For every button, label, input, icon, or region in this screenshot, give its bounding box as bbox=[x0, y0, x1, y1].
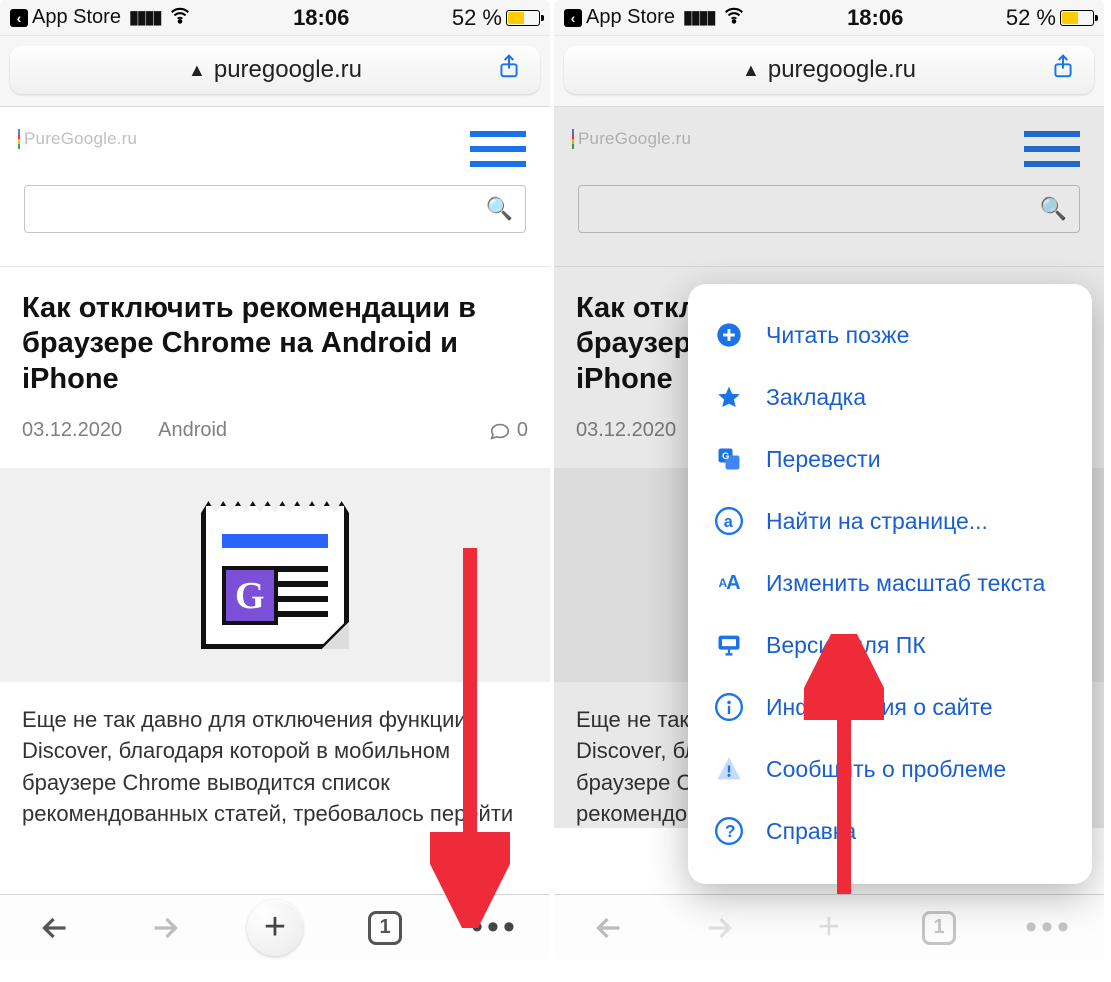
text-size-icon: AA bbox=[714, 568, 744, 598]
site-search[interactable]: 🔍 bbox=[578, 185, 1080, 233]
site-logo[interactable]: PureGoogle.ru bbox=[578, 129, 1080, 149]
bottom-toolbar: + 1 ••• bbox=[554, 894, 1104, 960]
battery-pct: 52 % bbox=[1006, 5, 1056, 31]
not-secure-icon: ▲ bbox=[742, 60, 760, 81]
article-body: Еще не так давно для отключения функции … bbox=[22, 704, 528, 828]
back-button[interactable] bbox=[0, 895, 110, 960]
read-later-icon bbox=[714, 320, 744, 350]
site-header: PureGoogle.ru 🔍 bbox=[554, 107, 1104, 267]
share-button[interactable] bbox=[496, 54, 522, 87]
search-icon: 🔍 bbox=[1040, 196, 1067, 222]
menu-bookmark[interactable]: Закладка bbox=[696, 366, 1084, 428]
forward-button bbox=[664, 895, 774, 960]
svg-text:?: ? bbox=[725, 821, 736, 841]
info-icon bbox=[714, 692, 744, 722]
article-date: 03.12.2020 bbox=[22, 419, 122, 442]
tabs-button[interactable]: 1 bbox=[330, 895, 440, 960]
tabs-count: 1 bbox=[368, 911, 402, 945]
status-bar: ‹ App Store ▮▮▮▮ 18:06 52 % bbox=[554, 0, 1104, 36]
help-icon: ? bbox=[714, 816, 744, 846]
star-icon bbox=[714, 382, 744, 412]
article-title[interactable]: Как отключить рекомендации в браузере Ch… bbox=[22, 291, 528, 397]
menu-help[interactable]: ? Справка bbox=[696, 800, 1084, 862]
menu-desktop-site[interactable]: Версия для ПК bbox=[696, 614, 1084, 676]
back-to-app[interactable]: ‹ App Store bbox=[564, 6, 675, 29]
back-to-app-label: App Store bbox=[586, 6, 675, 29]
more-button[interactable]: ••• bbox=[440, 895, 550, 960]
context-menu: Читать позже Закладка G Перевести a Найт… bbox=[688, 284, 1092, 884]
hamburger-menu[interactable] bbox=[470, 131, 526, 167]
url-bar[interactable]: ▲ puregoogle.ru bbox=[564, 46, 1094, 94]
cell-signal-icon: ▮▮▮▮ bbox=[683, 7, 715, 28]
battery-indicator: 52 % bbox=[1006, 5, 1094, 31]
menu-read-later[interactable]: Читать позже bbox=[696, 304, 1084, 366]
new-tab-button[interactable]: + bbox=[774, 895, 884, 960]
new-tab-button[interactable]: + bbox=[220, 895, 330, 960]
desktop-icon bbox=[714, 630, 744, 660]
site-header: PureGoogle.ru 🔍 bbox=[0, 107, 550, 267]
screenshot-left: ‹ App Store ▮▮▮▮ 18:06 52 % ▲ puregoogle… bbox=[0, 0, 550, 960]
clock: 18:06 bbox=[847, 5, 903, 31]
svg-text:G: G bbox=[722, 451, 729, 461]
battery-pct: 52 % bbox=[452, 5, 502, 31]
search-icon: 🔍 bbox=[486, 196, 513, 222]
clock: 18:06 bbox=[293, 5, 349, 31]
bottom-toolbar: + 1 ••• bbox=[0, 894, 550, 960]
status-bar: ‹ App Store ▮▮▮▮ 18:06 52 % bbox=[0, 0, 550, 36]
article-hero: G bbox=[0, 468, 550, 682]
hamburger-menu[interactable] bbox=[1024, 131, 1080, 167]
tabs-button[interactable]: 1 bbox=[884, 895, 994, 960]
site-search[interactable]: 🔍 bbox=[24, 185, 526, 233]
forward-button bbox=[110, 895, 220, 960]
back-button[interactable] bbox=[554, 895, 664, 960]
menu-text-size[interactable]: AA Изменить масштаб текста bbox=[696, 552, 1084, 614]
article-category[interactable]: Android bbox=[158, 419, 227, 442]
site-logo[interactable]: PureGoogle.ru bbox=[24, 129, 526, 149]
more-button[interactable]: ••• bbox=[994, 895, 1104, 960]
url-bar[interactable]: ▲ puregoogle.ru bbox=[10, 46, 540, 94]
url-text: puregoogle.ru bbox=[768, 56, 916, 84]
menu-find-in-page[interactable]: a Найти на странице... bbox=[696, 490, 1084, 552]
url-text: puregoogle.ru bbox=[214, 56, 362, 84]
battery-indicator: 52 % bbox=[452, 5, 540, 31]
warning-icon bbox=[714, 754, 744, 784]
screenshot-right: ‹ App Store ▮▮▮▮ 18:06 52 % ▲ puregoogle… bbox=[554, 0, 1104, 960]
menu-site-info[interactable]: Информация о сайте bbox=[696, 676, 1084, 738]
share-button[interactable] bbox=[1050, 54, 1076, 87]
menu-report-issue[interactable]: Сообщить о проблеме bbox=[696, 738, 1084, 800]
article-date: 03.12.2020 bbox=[576, 419, 676, 442]
menu-translate[interactable]: G Перевести bbox=[696, 428, 1084, 490]
cell-signal-icon: ▮▮▮▮ bbox=[129, 7, 161, 28]
not-secure-icon: ▲ bbox=[188, 60, 206, 81]
back-to-app-label: App Store bbox=[32, 6, 121, 29]
wifi-icon bbox=[723, 4, 745, 32]
tabs-count: 1 bbox=[922, 911, 956, 945]
comments-count[interactable]: 0 bbox=[489, 419, 528, 442]
wifi-icon bbox=[169, 4, 191, 32]
translate-icon: G bbox=[714, 444, 744, 474]
article: Как отключить рекомендации в браузере Ch… bbox=[0, 267, 550, 828]
svg-text:a: a bbox=[724, 513, 734, 531]
news-icon: G bbox=[201, 501, 349, 649]
back-to-app[interactable]: ‹ App Store bbox=[10, 6, 121, 29]
find-icon: a bbox=[714, 506, 744, 536]
